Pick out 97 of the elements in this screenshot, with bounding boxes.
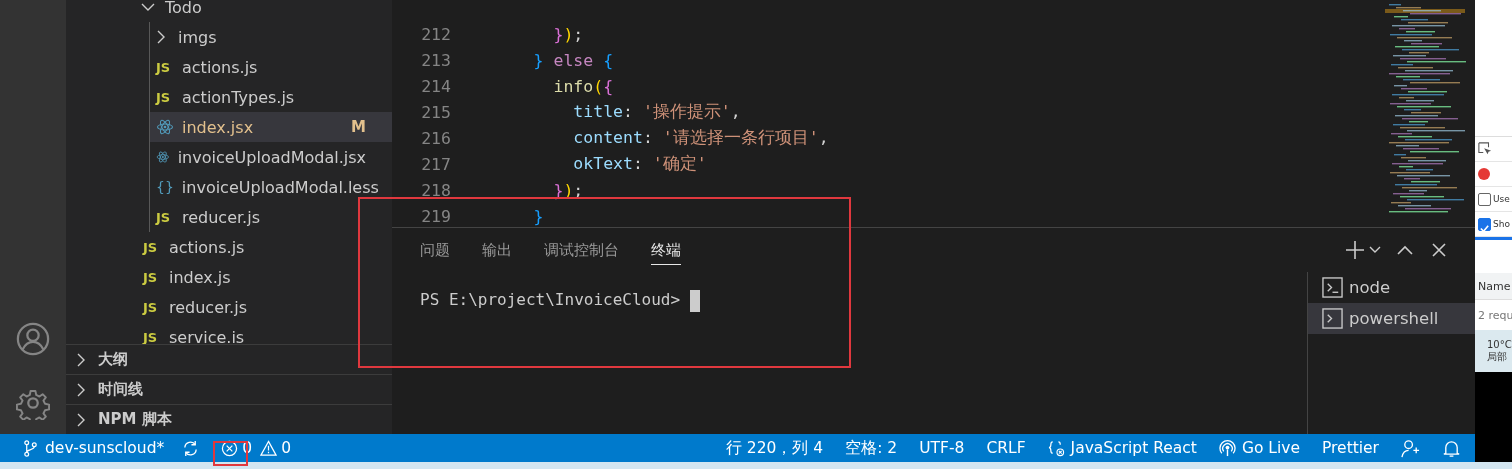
temperature: 10°C — [1487, 338, 1512, 350]
file-name: index.jsx — [182, 117, 254, 137]
tree-item[interactable]: JS actions.js — [150, 52, 392, 82]
chevron-icon — [76, 381, 86, 398]
notification-bell-icon[interactable] — [1442, 438, 1461, 458]
request-count: 2 requ — [1478, 308, 1512, 322]
line-number: 217 — [420, 154, 451, 174]
status-item[interactable]: CRLF — [986, 439, 1026, 457]
file-name: service.is — [169, 327, 245, 344]
line-number: 216 — [420, 128, 451, 148]
modified-label: M — [351, 118, 366, 136]
tree-item[interactable]: JS reducer.js — [66, 292, 392, 322]
file-name: reducer.js — [182, 207, 260, 227]
terminal-item[interactable]: node — [1308, 272, 1475, 303]
section-header[interactable]: 时间线 — [66, 374, 392, 404]
column-header: Name — [1478, 279, 1511, 293]
terminal-icon — [1322, 277, 1343, 298]
atom-icon — [156, 148, 170, 166]
status-item[interactable]: 行 220，列 4 — [725, 437, 824, 459]
chevron-icon — [76, 411, 86, 428]
js-file-icon: JS — [143, 239, 161, 255]
panel-tab[interactable]: 终端 — [651, 235, 681, 265]
chevron-icon — [140, 2, 156, 12]
js-file-icon: JS — [143, 329, 161, 344]
chevron-down-icon[interactable] — [1369, 246, 1381, 254]
js-file-icon: JS — [156, 209, 174, 225]
file-name: actions.js — [169, 237, 245, 257]
line-number: 219 — [420, 206, 451, 226]
text-cursor — [690, 290, 701, 312]
option-label: Sho — [1493, 219, 1510, 229]
checkbox[interactable] — [1478, 192, 1491, 206]
tree-item[interactable]: {} invoiceUploadModal.less — [150, 172, 392, 202]
code-line: } else { — [532, 50, 614, 70]
js-file-icon: JS — [156, 59, 174, 75]
tree-item[interactable]: JS index.js — [66, 262, 392, 292]
checkbox[interactable] — [1478, 217, 1491, 231]
line-number: 213 — [420, 50, 451, 70]
panel-tab[interactable]: 调试控制台 — [544, 235, 619, 265]
panel-tab[interactable]: 输出 — [482, 235, 512, 265]
broadcast-icon — [1218, 439, 1236, 457]
option-label: Use — [1493, 194, 1510, 204]
code-line: content: '请选择一条行项目', — [572, 127, 829, 149]
code-line: title: '操作提示', — [572, 101, 741, 123]
tree-item[interactable]: invoiceUploadModal.jsx — [150, 142, 392, 172]
warning-icon — [260, 439, 278, 457]
chevron-icon — [76, 351, 86, 368]
tree-item[interactable]: JS actions.js — [66, 232, 392, 262]
tree-item[interactable]: JS service.is — [66, 322, 392, 344]
tree-item[interactable]: imgs — [150, 22, 392, 52]
file-name: Todo — [165, 0, 202, 17]
braces-icon — [1047, 439, 1065, 457]
status-item[interactable]: Go Live — [1218, 439, 1300, 457]
warning-count: 0 — [281, 439, 291, 457]
atom-icon — [156, 118, 174, 136]
js-file-icon: JS — [143, 269, 161, 285]
tree-item[interactable]: index.jsx M — [150, 112, 392, 142]
terminal-icon — [1322, 308, 1343, 329]
branch-indicator[interactable]: dev-sunscloud* — [22, 439, 165, 457]
terminal-prompt: PS E:\project\InvoiceCloud> — [420, 290, 681, 309]
record-icon[interactable] — [1478, 168, 1490, 180]
code-line: }); — [552, 24, 584, 44]
chevron-icon — [156, 29, 166, 45]
file-name: invoiceUploadModal.less — [181, 177, 379, 197]
terminal-item[interactable]: powershell — [1308, 303, 1475, 334]
file-name: invoiceUploadModal.jsx — [177, 147, 366, 167]
person-icon[interactable] — [1401, 438, 1420, 458]
sync-icon[interactable] — [182, 439, 200, 457]
js-file-icon: JS — [156, 89, 174, 105]
status-item[interactable]: UTF-8 — [919, 439, 965, 457]
code-line: info({ — [552, 76, 614, 96]
line-number: 218 — [420, 180, 451, 200]
panel-tab[interactable]: 问题 — [420, 235, 450, 265]
file-name: index.js — [169, 267, 231, 287]
js-file-icon: JS — [143, 299, 161, 315]
tree-item[interactable]: Todo — [66, 0, 392, 22]
line-number: 212 — [420, 24, 451, 44]
branch-name: dev-sunscloud* — [45, 439, 165, 457]
status-item[interactable]: 空格: 2 — [845, 437, 898, 459]
status-item[interactable]: Prettier — [1322, 439, 1379, 457]
section-header[interactable]: 大纲 — [66, 344, 392, 374]
account-icon[interactable] — [16, 322, 50, 356]
add-terminal-icon[interactable] — [1345, 240, 1365, 260]
tree-item[interactable]: JS reducer.js — [150, 202, 392, 232]
braces-icon: {} — [156, 179, 174, 195]
weather-label: 局部 — [1487, 349, 1508, 364]
file-name: reducer.js — [169, 297, 247, 317]
code-line: } — [532, 206, 544, 226]
status-item[interactable]: JavaScript React — [1047, 439, 1197, 457]
code-line: okText: '确定' — [572, 153, 707, 175]
branch-icon — [22, 439, 39, 457]
file-name: imgs — [178, 27, 217, 47]
line-number: 215 — [420, 102, 451, 122]
file-name: actions.js — [182, 57, 258, 77]
inspect-icon[interactable] — [1478, 142, 1492, 156]
tree-item[interactable]: JS actionTypes.js — [150, 82, 392, 112]
line-number: 214 — [420, 76, 451, 96]
file-name: actionTypes.js — [182, 87, 295, 107]
